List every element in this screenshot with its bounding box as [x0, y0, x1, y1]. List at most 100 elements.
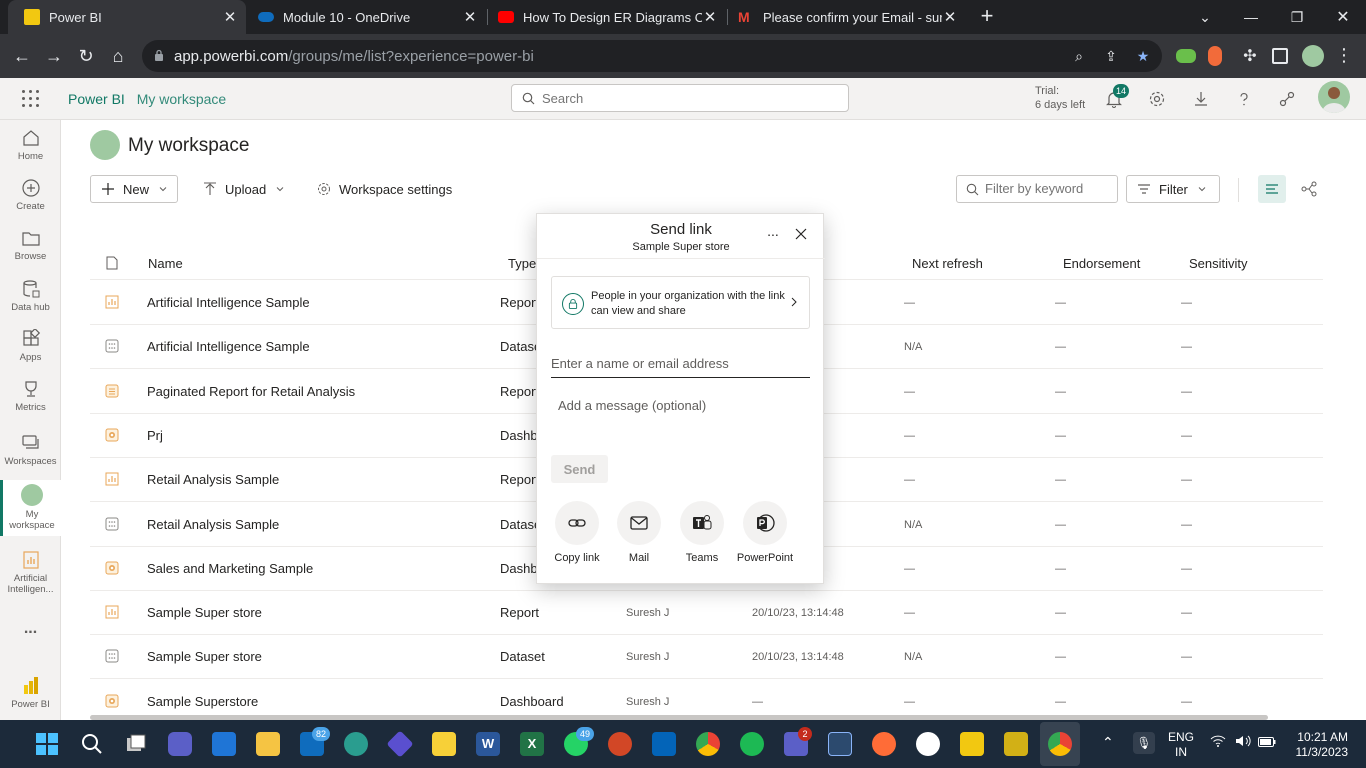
- search-icon[interactable]: [80, 732, 104, 756]
- message-input[interactable]: [551, 392, 810, 446]
- browser-menu-icon[interactable]: ⋮: [1334, 46, 1354, 66]
- close-tab-icon[interactable]: ✕: [462, 8, 478, 26]
- power-bi-desktop-icon[interactable]: [960, 732, 984, 756]
- sticky-notes-icon[interactable]: [432, 732, 456, 756]
- mail-option[interactable]: Mail: [608, 501, 670, 564]
- item-name[interactable]: Sales and Marketing Sample: [147, 561, 313, 576]
- close-tab-icon[interactable]: ✕: [942, 8, 958, 26]
- close-tab-icon[interactable]: ✕: [222, 8, 238, 26]
- item-name[interactable]: Artificial Intelligence Sample: [147, 339, 310, 354]
- excel-icon[interactable]: X: [520, 732, 544, 756]
- close-tab-icon[interactable]: ✕: [702, 8, 718, 26]
- column-sensitivity[interactable]: Sensitivity: [1189, 256, 1248, 271]
- teams-option[interactable]: Teams: [671, 501, 733, 564]
- tab-youtube[interactable]: How To Design ER Diagrams Onl ✕: [488, 0, 726, 34]
- back-icon[interactable]: ←: [10, 44, 34, 68]
- bookmark-star-icon[interactable]: ★: [1135, 48, 1151, 64]
- copilot-icon[interactable]: [386, 730, 414, 758]
- chrome-active-icon[interactable]: [1048, 732, 1072, 756]
- battery-icon[interactable]: [1258, 736, 1276, 750]
- item-name[interactable]: Sample Super store: [147, 605, 262, 620]
- nav-workspaces[interactable]: Workspaces: [0, 433, 61, 467]
- upload-button[interactable]: Upload: [203, 175, 284, 203]
- postman-icon[interactable]: [872, 732, 896, 756]
- nav-home[interactable]: Home: [0, 128, 61, 162]
- table-row[interactable]: Sample Super store Report Suresh J 20/10/23…: [90, 591, 1323, 636]
- language-indicator[interactable]: ENG IN: [1168, 730, 1194, 760]
- wifi-icon[interactable]: [1210, 735, 1226, 750]
- forward-icon[interactable]: →: [42, 44, 66, 68]
- address-bar[interactable]: app.powerbi.com/groups/me/list?experienc…: [142, 40, 1162, 72]
- powerpoint-icon[interactable]: [608, 732, 632, 756]
- nav-create[interactable]: Create: [0, 178, 61, 212]
- vscode-icon[interactable]: [828, 732, 852, 756]
- tray-expand-icon[interactable]: ⌃: [1102, 734, 1114, 751]
- filter-keyword-field[interactable]: [956, 175, 1118, 203]
- item-name[interactable]: Artificial Intelligence Sample: [147, 295, 310, 310]
- reload-icon[interactable]: ↻: [74, 44, 98, 68]
- link-permission-settings[interactable]: People in your organization with the lin…: [551, 276, 810, 329]
- gear-icon[interactable]: [1148, 90, 1166, 108]
- power-bi-icon[interactable]: [1004, 732, 1028, 756]
- download-icon[interactable]: [1192, 90, 1210, 108]
- chrome-icon[interactable]: [696, 732, 720, 756]
- workspace-settings-button[interactable]: Workspace settings: [317, 175, 452, 203]
- send-button[interactable]: Send: [551, 455, 608, 483]
- zoom-icon[interactable]: ⌕: [1071, 48, 1087, 64]
- extensions-puzzle-icon[interactable]: ✣: [1240, 46, 1260, 66]
- github-icon[interactable]: [916, 732, 940, 756]
- brand-link[interactable]: Power BI: [68, 91, 125, 107]
- edge-icon[interactable]: [344, 732, 368, 756]
- item-name[interactable]: Retail Analysis Sample: [147, 472, 279, 487]
- extension-icon[interactable]: [1208, 46, 1222, 66]
- lineage-view-button[interactable]: [1295, 175, 1323, 203]
- copy-link-option[interactable]: Copy link: [546, 501, 608, 564]
- recipient-input[interactable]: [551, 350, 810, 378]
- more-options-icon[interactable]: ...: [765, 224, 781, 240]
- nav-power-bi[interactable]: Power BI: [0, 676, 61, 710]
- minimize-icon[interactable]: —: [1228, 0, 1274, 34]
- filter-button[interactable]: Filter: [1126, 175, 1220, 203]
- store-icon[interactable]: [212, 732, 236, 756]
- windows-start-icon[interactable]: [35, 732, 59, 756]
- more-icon[interactable]: ...: [0, 620, 61, 638]
- mic-muted-icon[interactable]: 🎙: [1133, 732, 1155, 754]
- item-name[interactable]: Paginated Report for Retail Analysis: [147, 384, 355, 399]
- feedback-icon[interactable]: [1278, 90, 1296, 108]
- list-view-button[interactable]: [1258, 175, 1286, 203]
- column-type[interactable]: Type: [508, 256, 536, 271]
- meet-icon[interactable]: [168, 732, 192, 756]
- close-icon[interactable]: [794, 227, 808, 241]
- volume-icon[interactable]: [1235, 735, 1251, 750]
- column-name[interactable]: Name: [148, 256, 183, 271]
- profile-avatar[interactable]: [1302, 45, 1324, 67]
- file-explorer-icon[interactable]: [256, 732, 280, 756]
- help-icon[interactable]: [1235, 90, 1253, 108]
- home-icon[interactable]: ⌂: [106, 44, 130, 68]
- app-launcher-icon[interactable]: [22, 90, 40, 108]
- item-name[interactable]: Sample Super store: [147, 649, 262, 664]
- search-input[interactable]: [542, 89, 832, 107]
- extension-icon[interactable]: [1176, 49, 1196, 63]
- table-row[interactable]: Sample Super store Dataset Suresh J 20/10/2…: [90, 635, 1323, 680]
- tab-search-icon[interactable]: ⌄: [1182, 0, 1228, 34]
- close-window-icon[interactable]: ✕: [1320, 0, 1366, 34]
- clock[interactable]: 10:21 AM 11/3/2023: [1288, 730, 1349, 760]
- filter-keyword-input[interactable]: [985, 181, 1113, 196]
- nav-metrics[interactable]: Metrics: [0, 379, 61, 413]
- nav-my-workspace[interactable]: My workspace: [0, 480, 61, 536]
- item-name[interactable]: Retail Analysis Sample: [147, 517, 279, 532]
- nav-data-hub[interactable]: Data hub: [0, 279, 61, 313]
- maximize-icon[interactable]: ❐: [1274, 0, 1320, 34]
- outlook-icon[interactable]: [652, 732, 676, 756]
- powerpoint-option[interactable]: PowerPoint: [734, 501, 796, 564]
- spotify-icon[interactable]: [740, 732, 764, 756]
- word-icon[interactable]: W: [476, 732, 500, 756]
- item-name[interactable]: Sample Superstore: [147, 694, 258, 709]
- account-avatar[interactable]: [1318, 81, 1350, 113]
- global-search[interactable]: [511, 84, 849, 112]
- side-panel-icon[interactable]: [1272, 48, 1288, 64]
- tab-power-bi[interactable]: Power BI ✕: [8, 0, 246, 34]
- nav-browse[interactable]: Browse: [0, 228, 61, 262]
- task-view-icon[interactable]: [124, 732, 148, 756]
